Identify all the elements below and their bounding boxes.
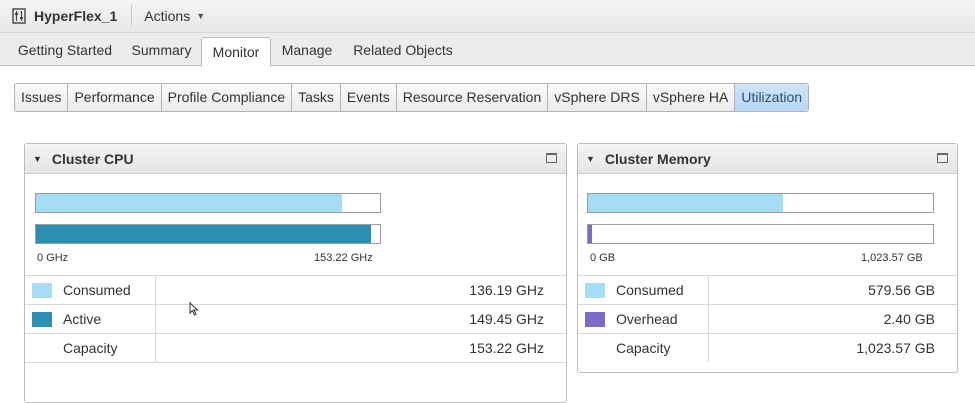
subtab-issues[interactable]: Issues (15, 84, 67, 111)
cpu-scale-max: 153.22 GHz (314, 252, 373, 264)
memory-row-consumed: Consumed 579.56 GB (578, 276, 957, 305)
cluster-icon (12, 8, 26, 24)
cluster-memory-portlet: ▼ Cluster Memory 0 GB 1,023.57 GB Consum… (577, 143, 958, 373)
memory-capacity-value: 1,023.57 GB (856, 340, 935, 356)
mouse-pointer-icon (189, 302, 199, 316)
main-tab-bar: Getting Started Summary Monitor Manage R… (0, 33, 975, 67)
tab-manage[interactable]: Manage (274, 38, 340, 66)
column-divider (708, 276, 709, 304)
consumed-swatch (585, 283, 605, 298)
memory-row-overhead: Overhead 2.40 GB (578, 305, 957, 334)
column-divider (155, 334, 156, 362)
collapse-triangle-icon[interactable]: ▼ (586, 154, 595, 164)
maximize-icon[interactable] (546, 153, 557, 163)
column-divider (708, 334, 709, 362)
cluster-cpu-portlet: ▼ Cluster CPU 0 GHz 153.22 GHz Consumed … (24, 143, 567, 403)
cpu-capacity-label: Capacity (63, 340, 118, 356)
memory-overhead-value: 2.40 GB (883, 311, 935, 327)
cpu-capacity-value: 153.22 GHz (469, 340, 544, 356)
subtab-vsphere-drs[interactable]: vSphere DRS (547, 84, 646, 111)
title-divider (131, 5, 133, 27)
subtab-vsphere-ha[interactable]: vSphere HA (645, 84, 734, 111)
cpu-consumed-label: Consumed (63, 282, 131, 298)
cluster-cpu-header: ▼ Cluster CPU (25, 144, 566, 174)
cluster-cpu-title: Cluster CPU (51, 150, 134, 167)
memory-scale-min: 0 GB (590, 252, 616, 264)
maximize-icon[interactable] (937, 153, 948, 163)
tab-summary[interactable]: Summary (124, 38, 199, 66)
tab-related-objects[interactable]: Related Objects (346, 38, 460, 66)
cpu-consumed-bar (35, 193, 381, 213)
subtab-resource-reservation[interactable]: Resource Reservation (395, 84, 548, 111)
subtab-profile-compliance[interactable]: Profile Compliance (160, 84, 292, 111)
memory-overhead-bar (587, 224, 934, 244)
consumed-swatch (32, 283, 52, 298)
actions-menu[interactable]: Actions ▼ (144, 8, 205, 24)
cpu-row-capacity: Capacity 153.22 GHz (25, 334, 566, 363)
memory-row-capacity: Capacity 1,023.57 GB (578, 334, 957, 363)
memory-overhead-label: Overhead (616, 311, 678, 327)
column-divider (708, 305, 709, 333)
column-divider (155, 276, 156, 304)
tab-getting-started[interactable]: Getting Started (12, 38, 118, 66)
memory-capacity-label: Capacity (616, 340, 671, 356)
cpu-consumed-value: 136.19 GHz (469, 282, 544, 298)
cpu-active-value: 149.45 GHz (469, 311, 544, 327)
cpu-consumed-fill (36, 194, 342, 212)
memory-consumed-label: Consumed (616, 282, 684, 298)
subtab-tasks[interactable]: Tasks (291, 84, 340, 111)
subtab-performance[interactable]: Performance (67, 84, 160, 111)
memory-consumed-value: 579.56 GB (868, 282, 935, 298)
cpu-scale-min: 0 GHz (37, 252, 69, 264)
tab-monitor[interactable]: Monitor (201, 37, 271, 67)
cpu-active-fill (36, 225, 372, 243)
cluster-memory-header: ▼ Cluster Memory (578, 144, 957, 174)
object-title: HyperFlex_1 (34, 8, 118, 24)
cpu-row-active: Active 149.45 GHz (25, 305, 566, 334)
title-bar: HyperFlex_1 Actions ▼ (0, 0, 975, 33)
subtab-events[interactable]: Events (339, 84, 396, 111)
memory-consumed-bar (587, 193, 934, 213)
memory-stats-table: Consumed 579.56 GB Overhead 2.40 GB Capa… (578, 275, 957, 362)
active-swatch (32, 312, 52, 327)
cluster-memory-title: Cluster Memory (604, 150, 711, 167)
collapse-triangle-icon[interactable]: ▼ (33, 154, 42, 164)
subtab-bar: Issues Performance Profile Compliance Ta… (14, 83, 810, 112)
cpu-active-label: Active (63, 311, 102, 327)
actions-label: Actions (144, 8, 191, 24)
memory-consumed-fill (588, 194, 784, 212)
cpu-active-bar (35, 224, 381, 244)
subtab-utilization[interactable]: Utilization (734, 84, 809, 111)
cpu-stats-table: Consumed 136.19 GHz Active 149.45 GHz Ca… (25, 275, 566, 363)
subtab-area: Issues Performance Profile Compliance Ta… (0, 67, 975, 117)
column-divider (155, 305, 156, 333)
memory-overhead-fill (588, 225, 593, 243)
overhead-swatch (585, 312, 605, 327)
cpu-row-consumed: Consumed 136.19 GHz (25, 276, 566, 305)
memory-scale-max: 1,023.57 GB (861, 252, 923, 264)
chevron-down-icon: ▼ (196, 11, 206, 21)
